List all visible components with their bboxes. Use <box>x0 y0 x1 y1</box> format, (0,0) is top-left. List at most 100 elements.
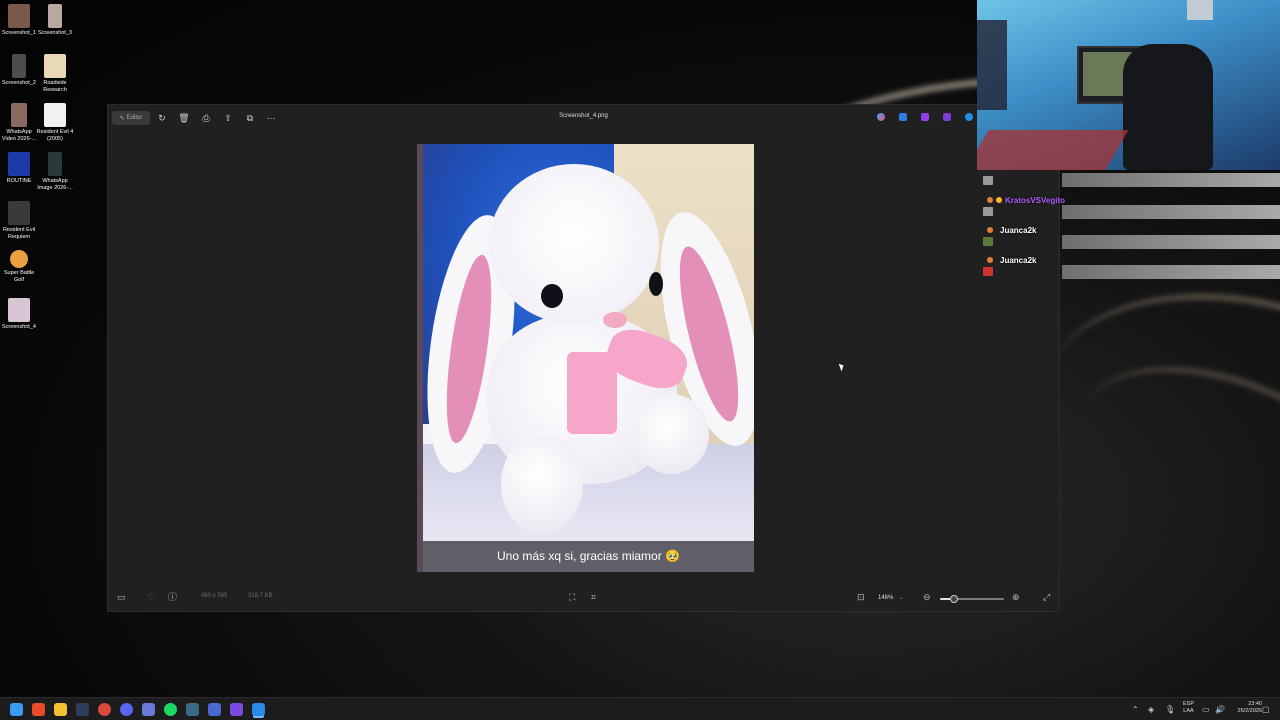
desktop-icon-label: WhatsApp Video 2026-... <box>1 129 37 142</box>
paint-icon[interactable] <box>943 113 951 121</box>
chat-background <box>1062 205 1280 219</box>
file-explorer-icon[interactable] <box>54 703 67 716</box>
photos-app-icon[interactable] <box>252 703 265 716</box>
image-thumbnail <box>48 152 62 176</box>
date: 26/2/2026 <box>1237 708 1262 714</box>
photos-window: ✎ Editor ↻ 🗑 ⎙ ⇪ ⧉ ⋯ Screenshot_4.png Un… <box>107 104 1060 612</box>
spotify-icon[interactable] <box>164 703 177 716</box>
brave-icon[interactable] <box>32 703 45 716</box>
onedrive-icon[interactable] <box>965 113 973 121</box>
zoom-level: 146% <box>878 595 894 601</box>
zoom-out-icon[interactable]: ⊖ <box>923 592 931 602</box>
bunny-head <box>489 164 659 324</box>
image-thumbnail <box>8 298 30 322</box>
webcam-overlay <box>977 0 1280 170</box>
bunny-paw <box>633 394 709 474</box>
image-thumbnail <box>8 4 30 28</box>
chat-username[interactable]: KratosVSVegito <box>1005 196 1065 205</box>
game-thumbnail <box>8 152 30 176</box>
desktop-icon[interactable]: Resident Evil Requiem <box>0 201 38 240</box>
steam-icon[interactable] <box>76 703 89 716</box>
clipchamp-icon[interactable] <box>921 113 929 121</box>
photo-canvas[interactable]: Uno más xq si, gracias miamor 🥹 <box>417 144 754 572</box>
twitch-icon[interactable] <box>230 703 243 716</box>
status-bar: ▭ ♡ ⓘ 460 x 585 318.7 KB ⛶ ⌗ ⊡ 146% ⌄ ⊖ … <box>108 585 1059 611</box>
badge-icon <box>987 197 993 203</box>
window-title: Screenshot_4.png <box>559 113 608 119</box>
desktop-icon[interactable]: Screenshot_4 <box>0 298 38 331</box>
language-indicator[interactable]: ESP LAA <box>1183 701 1194 715</box>
speaker-icon[interactable]: 🔊 <box>1215 705 1225 714</box>
desktop-icon-label: Super Battle Golf <box>3 270 35 283</box>
image-thumbnail <box>48 4 62 28</box>
actual-size-icon[interactable]: ⊡ <box>857 592 865 602</box>
desktop-icon[interactable]: Screenshot_1 <box>0 4 38 37</box>
desktop-icon-label: Screenshot_1 <box>2 30 36 36</box>
desktop-icon-label: Screenshot_2 <box>2 80 36 86</box>
taskbar: ⌃ ◈ 🎙 ESP LAA ▭ 🔊 23:40 26/2/2026 ▢ <box>0 697 1280 720</box>
desktop-icon[interactable]: Resident Evil 4 (2005) <box>36 103 74 142</box>
desktop-icon[interactable]: Roadside Research <box>36 54 74 93</box>
webcam-scene <box>1123 44 1213 170</box>
desktop-icon-label: WhatsApp Image 2026-... <box>37 178 73 191</box>
microphone-icon[interactable]: 🎙 <box>1165 705 1175 714</box>
clock[interactable]: 23:40 26/2/2026 <box>1238 701 1262 715</box>
bunny-eye <box>541 284 563 308</box>
desktop-icon[interactable]: ROUTINE <box>0 152 38 185</box>
chat-avatar <box>983 176 993 185</box>
bunny-nose <box>603 312 627 328</box>
desktop-icon[interactable]: WhatsApp Image 2026-... <box>36 152 74 191</box>
zoom-slider[interactable] <box>940 595 1004 603</box>
copilot-icon[interactable] <box>877 113 885 121</box>
filmstrip-icon[interactable]: ▭ <box>117 592 126 602</box>
monitor-icon[interactable]: ▭ <box>1202 705 1210 714</box>
chat-username[interactable]: Juanca2k <box>1000 256 1036 265</box>
keyboard-layout: LAA <box>1183 708 1194 714</box>
desktop-icon-label: Screenshot_3 <box>38 30 72 36</box>
desktop-icon[interactable]: Screenshot_2 <box>0 54 38 87</box>
discord-icon[interactable] <box>120 703 133 716</box>
fit-icon[interactable]: ⛶ <box>569 592 575 602</box>
game-thumbnail <box>44 54 66 78</box>
fullscreen-icon[interactable]: ⤢ <box>1043 592 1050 602</box>
video-thumbnail <box>11 103 27 127</box>
chat-background <box>1062 235 1280 249</box>
crop-icon[interactable]: ⌗ <box>591 592 596 602</box>
chat-username[interactable]: Juanca2k <box>1000 226 1036 235</box>
windows-start-icon[interactable] <box>10 703 23 716</box>
chat-avatar <box>983 237 993 246</box>
file-size: 318.7 KB <box>248 593 273 599</box>
chevron-up-icon[interactable]: ⌃ <box>1132 705 1139 714</box>
app-icon[interactable] <box>208 703 221 716</box>
badge-icon <box>987 257 993 263</box>
badge-icon <box>996 197 1002 203</box>
desktop-icon[interactable]: Super Battle Golf <box>0 250 38 283</box>
bunny-paw <box>501 434 583 534</box>
app-icon[interactable] <box>186 703 199 716</box>
photo-caption: Uno más xq si, gracias miamor 🥹 <box>423 541 754 572</box>
notification-icon[interactable]: ▢ <box>1262 705 1270 714</box>
desktop-icon[interactable]: Screenshot_3 <box>36 4 74 37</box>
favorite-icon[interactable]: ♡ <box>147 592 155 602</box>
webcam-scene <box>977 20 1007 110</box>
game-thumbnail <box>44 103 66 127</box>
bunny-eye <box>649 272 663 296</box>
zoom-in-icon[interactable]: ⊕ <box>1012 592 1020 602</box>
chat-avatar <box>983 207 993 216</box>
zoom-level-select[interactable]: 146% ⌄ <box>878 594 904 601</box>
badge-icon <box>987 227 993 233</box>
language-code: ESP <box>1182 701 1194 707</box>
info-icon[interactable]: ⓘ <box>168 592 177 602</box>
monitor-app-icon[interactable] <box>142 703 155 716</box>
chrome-icon[interactable] <box>98 703 111 716</box>
network-app-icon[interactable]: ◈ <box>1148 705 1154 714</box>
game-thumbnail <box>8 201 30 225</box>
zoom-slider-thumb[interactable] <box>950 595 959 603</box>
image-dimensions: 460 x 585 <box>201 593 228 599</box>
designer-icon[interactable] <box>899 113 907 121</box>
desktop-icon-label: Resident Evil 4 (2005) <box>36 129 74 142</box>
chevron-down-icon: ⌄ <box>899 595 905 601</box>
desktop-icon[interactable]: WhatsApp Video 2026-... <box>0 103 38 142</box>
desktop-icon-label: ROUTINE <box>6 178 32 184</box>
webcam-scene <box>1187 0 1213 20</box>
